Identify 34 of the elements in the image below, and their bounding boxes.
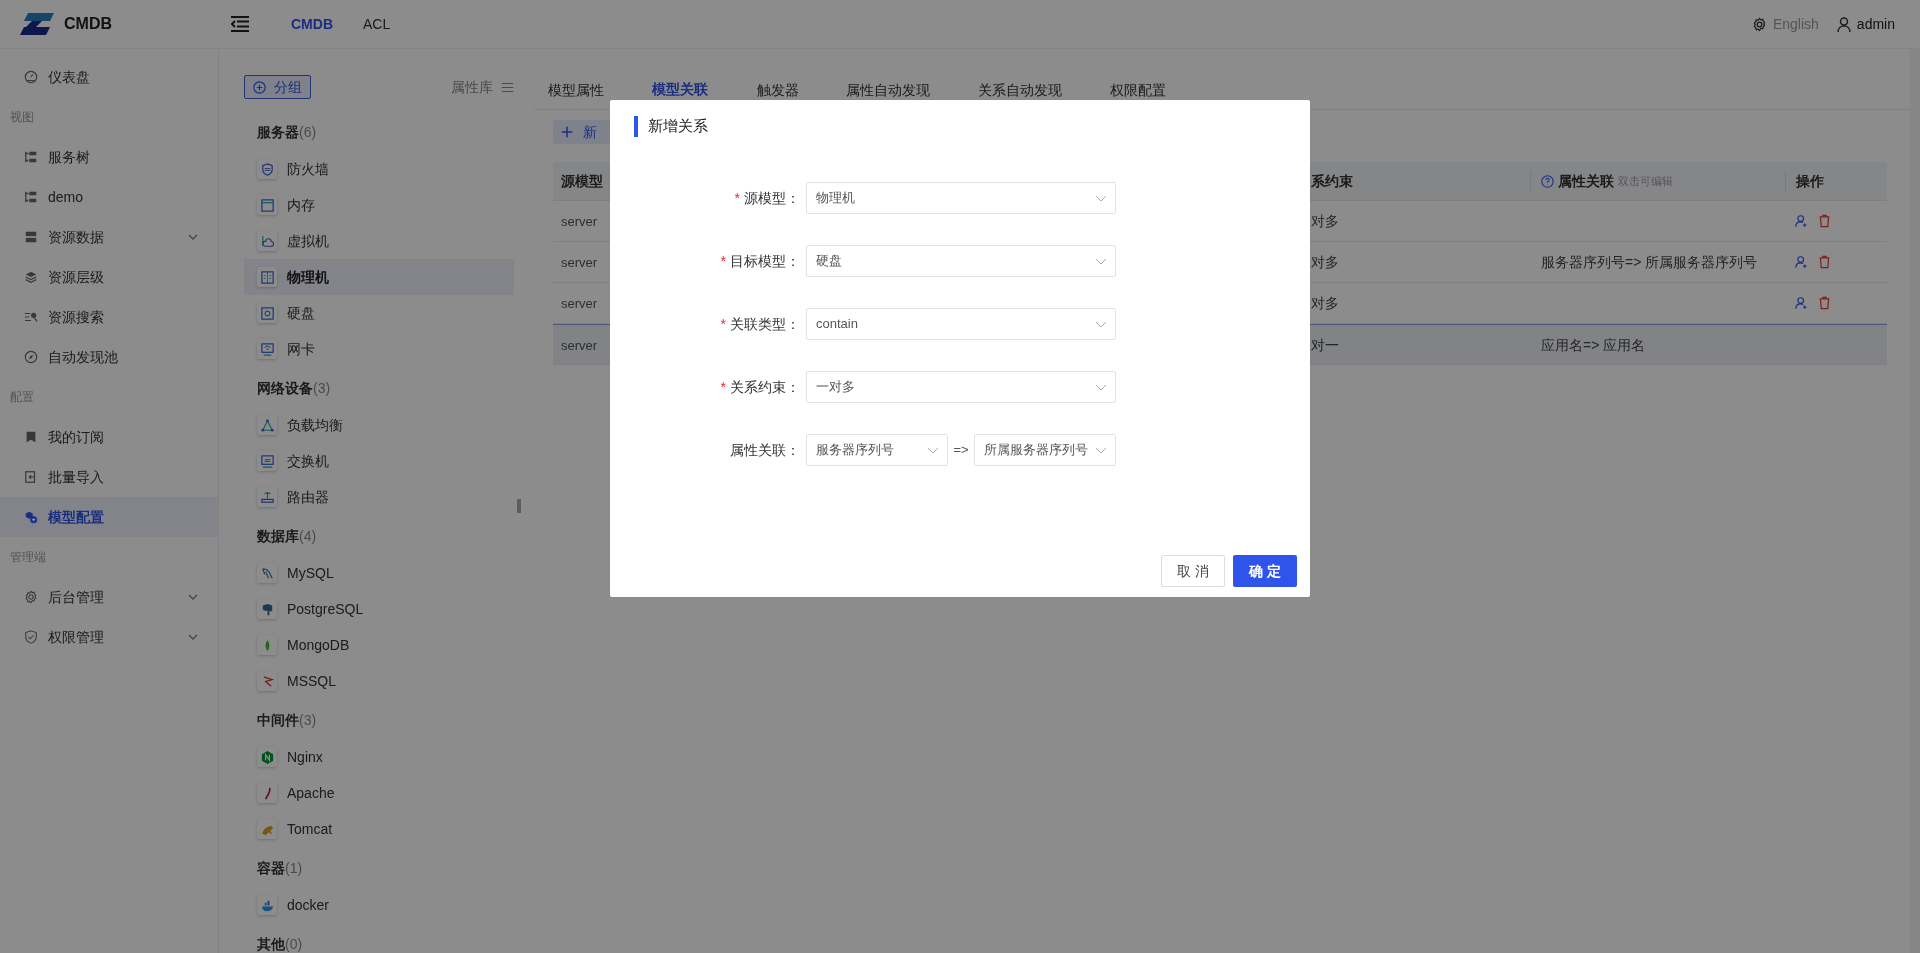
group-name: 中间件 (257, 711, 299, 730)
table-cell: 服务器序列号=> 所属服务器序列号 (1541, 254, 1758, 270)
column-header: 属性关联 (1558, 171, 1614, 191)
column-header: 操作 (1796, 171, 1824, 191)
table-cell: server (561, 214, 598, 229)
table-cell: 对多 (1311, 213, 1339, 229)
field-label: * 目标模型： (720, 251, 800, 271)
group-count: (3) (299, 711, 317, 730)
dialog-title: 新增关系 (648, 115, 708, 136)
column-header: 源模型 (561, 171, 603, 191)
field-label: 属性关联： (730, 440, 800, 460)
table-cell: 对一 (1311, 336, 1339, 353)
group-count: (1) (285, 859, 303, 878)
pair-separator: => (952, 441, 970, 460)
group-name: 其他 (257, 935, 285, 953)
column-header: 系约束 (1311, 171, 1353, 191)
group-count: (3) (313, 379, 331, 398)
table-cell: 应用名=> 应用名 (1541, 336, 1646, 353)
group-name: 网络设备 (257, 379, 313, 398)
table-cell: 对多 (1311, 295, 1339, 311)
group-name: 容器 (257, 859, 285, 878)
table-cell: server (561, 296, 598, 311)
field-label: * 关系约束： (720, 377, 800, 397)
table-cell: server (561, 337, 598, 353)
table-cell: 对多 (1311, 254, 1339, 270)
group-count: (4) (299, 527, 317, 546)
group-count: (6) (299, 123, 317, 142)
group-name: 数据库 (257, 527, 299, 546)
table-cell: server (561, 255, 598, 270)
field-label: * 源模型： (734, 188, 800, 208)
group-count: (0) (285, 935, 303, 953)
group-name: 服务器 (257, 123, 299, 142)
field-label: * 关联类型： (720, 314, 800, 334)
logo-text: CMDB (64, 14, 112, 34)
